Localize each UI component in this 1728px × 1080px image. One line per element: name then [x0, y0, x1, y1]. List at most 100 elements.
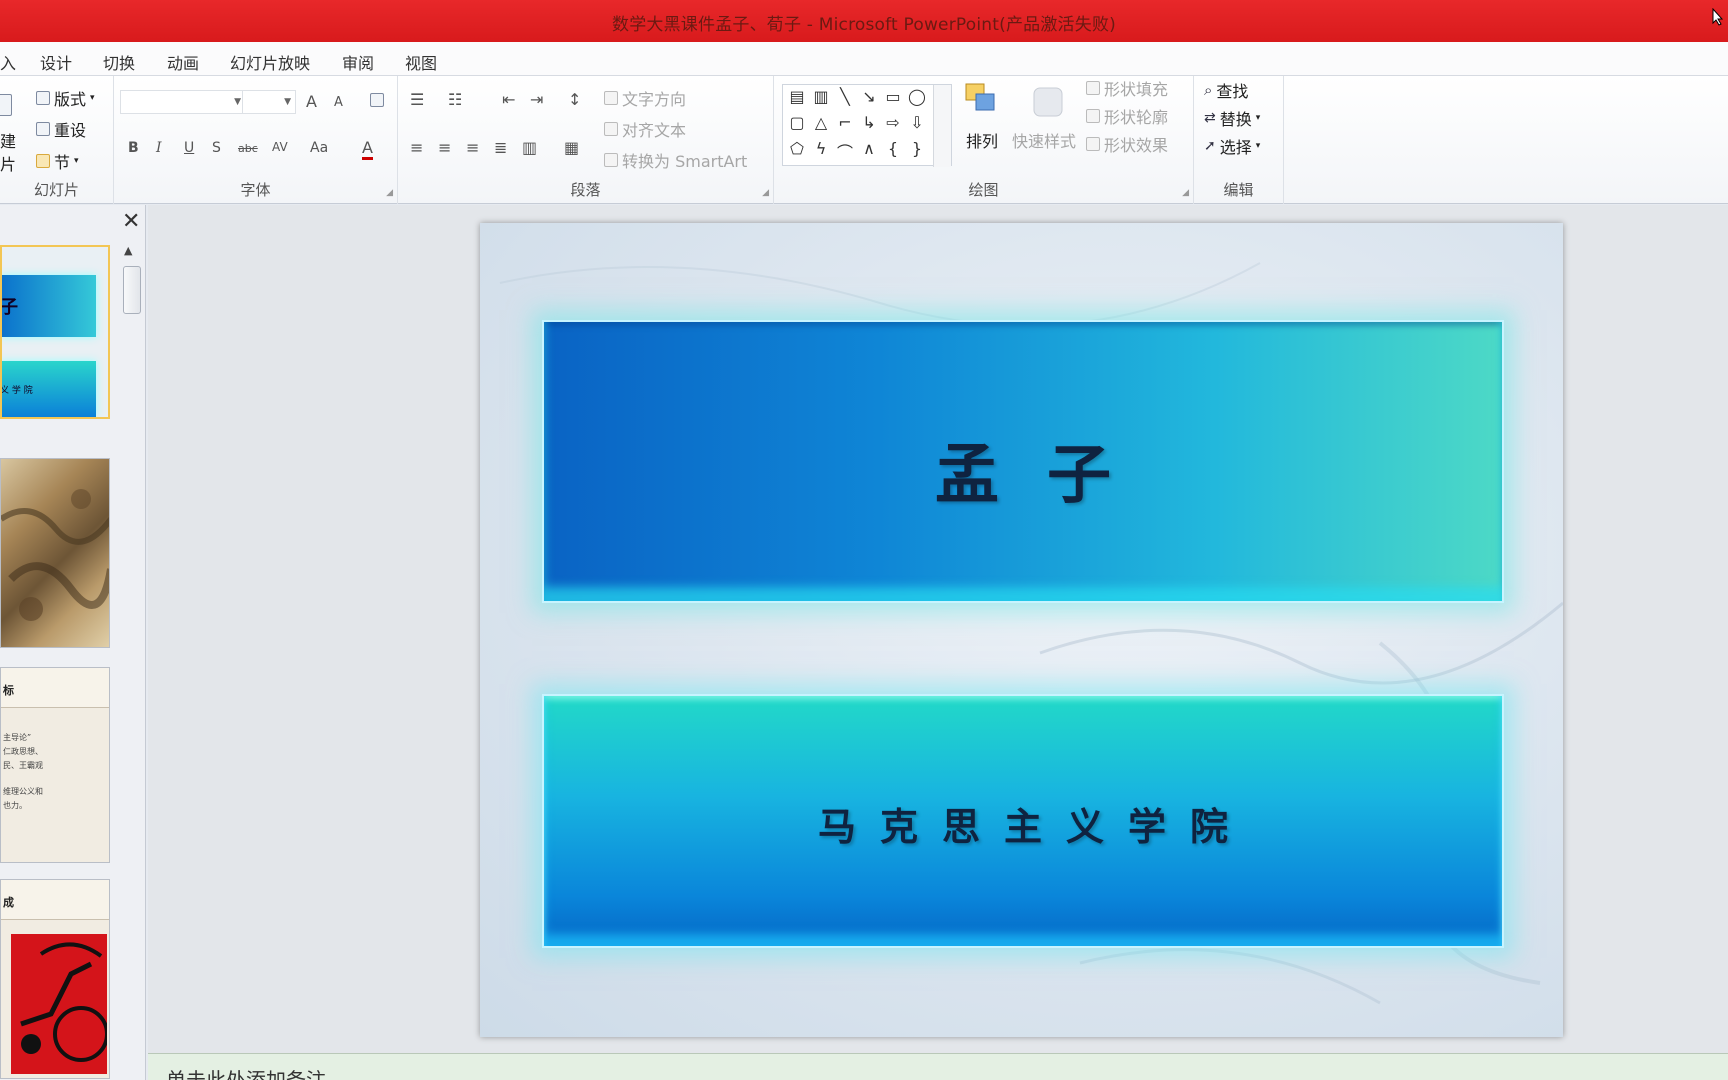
slide-title[interactable]: 孟子 [544, 424, 1502, 516]
line-spacing-icon[interactable]: ↕ [568, 90, 581, 109]
scrollbar-thumb[interactable] [123, 266, 141, 314]
slide-thumbnail-3[interactable]: 标 主导论” 仁政思想、 民、王霸观 维理公义和 也力。 [0, 667, 110, 863]
down-arrow-shape-icon[interactable]: ⇩ [907, 113, 927, 132]
quick-styles-icon[interactable] [1030, 84, 1066, 124]
replace-button[interactable]: ⇄ 替换 ▾ [1204, 106, 1260, 130]
shrink-font-button[interactable]: A [334, 95, 343, 110]
binoculars-icon: ⌕ [1204, 81, 1213, 99]
font-color-button[interactable]: A [362, 138, 373, 160]
rectangle-shape-icon[interactable]: ▭ [883, 87, 903, 106]
section-label: 节 [54, 153, 71, 172]
shapes-gallery[interactable]: ▤ ▥ ╲ ↘ ▭ ◯ ▢ △ ⌐ ↳ ⇨ ⇩ ⬠ ϟ ⌒ ∧ { } [782, 84, 952, 167]
shape-fill-button[interactable]: 形状填充 [1086, 76, 1168, 100]
triangle-shape-icon[interactable]: △ [811, 113, 831, 132]
drawing-group-label: 绘图 [968, 181, 999, 199]
align-text-button[interactable]: 对齐文本 [604, 117, 686, 141]
slide-subtitle[interactable]: 马克思主义学院 [544, 796, 1502, 851]
title-panel[interactable]: 孟子 [542, 320, 1504, 603]
textbox-shape-icon[interactable]: ▤ [787, 87, 807, 106]
scribble-shape-icon[interactable]: ϟ [811, 139, 831, 158]
layout-button[interactable]: 版式 ▾ [36, 86, 95, 110]
paragraph-dialog-launcher-icon[interactable]: ◢ [762, 188, 769, 198]
text-direction-button[interactable]: 文字方向 [604, 86, 686, 110]
new-slide-label-1[interactable]: 建 [0, 128, 16, 152]
section-button[interactable]: 节 ▾ [36, 149, 79, 173]
select-button[interactable]: ➚ 选择 ▾ [1204, 134, 1260, 158]
ribbon: 建 片 版式 ▾ 重设 节 ▾ 幻灯片 ▼ ▼ A A B I U S abc … [0, 76, 1728, 204]
notes-placeholder[interactable]: 单击此处添加备注 [166, 1064, 326, 1080]
elbow-connector-shape-icon[interactable]: ↳ [859, 113, 879, 132]
shape-outline-button[interactable]: 形状轮廓 [1086, 104, 1168, 128]
columns-icon[interactable]: ▦ [564, 138, 579, 157]
left-brace-shape-icon[interactable]: { [883, 139, 903, 158]
slide-thumbnail-4[interactable]: 成 [0, 879, 110, 1079]
arrow-line-shape-icon[interactable]: ↘ [859, 87, 879, 106]
tab-review[interactable]: 审阅 [342, 50, 374, 74]
scroll-up-icon[interactable]: ▲ [124, 244, 132, 257]
numbering-icon[interactable]: ☷ [448, 90, 462, 109]
decrease-indent-icon[interactable]: ⇤ [502, 90, 515, 109]
tab-slideshow[interactable]: 幻灯片放映 [230, 50, 310, 74]
align-center-icon[interactable]: ≡ [438, 138, 451, 157]
italic-button[interactable]: I [156, 140, 162, 156]
align-right-icon[interactable]: ≡ [466, 138, 479, 157]
connector-shape-icon[interactable]: ⌐ [835, 113, 855, 132]
increase-indent-icon[interactable]: ⇥ [530, 90, 543, 109]
line-shape-icon[interactable]: ╲ [835, 87, 855, 106]
reset-button[interactable]: 重设 [36, 117, 86, 141]
find-label: 查找 [1216, 82, 1249, 101]
thumb3-header: 标 [3, 684, 14, 697]
shape-fill-icon [1086, 81, 1100, 95]
find-button[interactable]: ⌕ 查找 [1204, 78, 1248, 102]
tab-insert[interactable]: 入 [0, 50, 16, 74]
shapes-gallery-scroll[interactable] [933, 85, 951, 167]
bold-button[interactable]: B [128, 140, 139, 156]
change-case-button[interactable]: Aa [310, 140, 328, 156]
notes-pane[interactable]: 单击此处添加备注 [148, 1053, 1728, 1080]
char-spacing-button[interactable]: AV [272, 140, 288, 154]
vertical-textbox-shape-icon[interactable]: ▥ [811, 87, 831, 106]
slide-thumbnail-2[interactable] [0, 458, 110, 648]
oval-shape-icon[interactable]: ◯ [907, 87, 927, 106]
font-size-combo[interactable]: ▼ [242, 90, 296, 114]
freeform-shape-icon[interactable]: ⬠ [787, 139, 807, 158]
align-text-label: 对齐文本 [622, 121, 687, 140]
tab-animations[interactable]: 动画 [167, 50, 199, 74]
arrange-icon[interactable] [964, 82, 1000, 122]
current-slide[interactable]: 孟子 马克思主义学院 [480, 223, 1563, 1037]
shape-effects-button[interactable]: 形状效果 [1086, 132, 1168, 156]
align-left-icon[interactable]: ≡ [410, 138, 423, 157]
justify-icon[interactable]: ≣ [494, 138, 507, 157]
text-direction-icon [604, 91, 618, 105]
new-slide-icon[interactable] [0, 94, 12, 116]
thumbnail-scrollbar[interactable]: ▲ [120, 240, 142, 1080]
clear-format-icon[interactable] [370, 93, 384, 107]
tab-view[interactable]: 视图 [405, 50, 437, 74]
quick-styles-button[interactable]: 快速样式 [1012, 128, 1076, 152]
distributed-icon[interactable]: ▥ [522, 138, 537, 157]
arrange-button[interactable]: 排列 [966, 128, 998, 152]
shadow-button[interactable]: S [212, 140, 221, 156]
right-arrow-shape-icon[interactable]: ⇨ [883, 113, 903, 132]
strikethrough-button[interactable]: abc [238, 142, 258, 155]
close-icon[interactable]: ✕ [122, 211, 140, 233]
arc-shape-icon[interactable]: ⌒ [835, 139, 855, 163]
drawing-dialog-launcher-icon[interactable]: ◢ [1182, 188, 1189, 198]
smartart-button[interactable]: 转换为 SmartArt [604, 148, 747, 172]
bullets-icon[interactable]: ☰ [410, 90, 424, 109]
chariot-papercut-image [11, 934, 109, 1074]
slide-thumbnail-1[interactable]: 子 义 学 院 [0, 245, 110, 419]
underline-button[interactable]: U [184, 140, 194, 156]
curve-shape-icon[interactable]: ∧ [859, 139, 879, 158]
font-dialog-launcher-icon[interactable]: ◢ [386, 188, 393, 198]
subtitle-panel[interactable]: 马克思主义学院 [542, 694, 1504, 948]
reset-icon [36, 122, 50, 136]
right-brace-shape-icon[interactable]: } [907, 139, 927, 158]
tab-design[interactable]: 设计 [40, 50, 72, 74]
tab-transitions[interactable]: 切换 [103, 50, 135, 74]
font-name-combo[interactable]: ▼ [120, 90, 246, 114]
new-slide-label-2[interactable]: 片 [0, 151, 16, 175]
rounded-rect-shape-icon[interactable]: ▢ [787, 113, 807, 132]
grow-font-button[interactable]: A [306, 92, 317, 111]
smartart-icon [604, 153, 618, 167]
